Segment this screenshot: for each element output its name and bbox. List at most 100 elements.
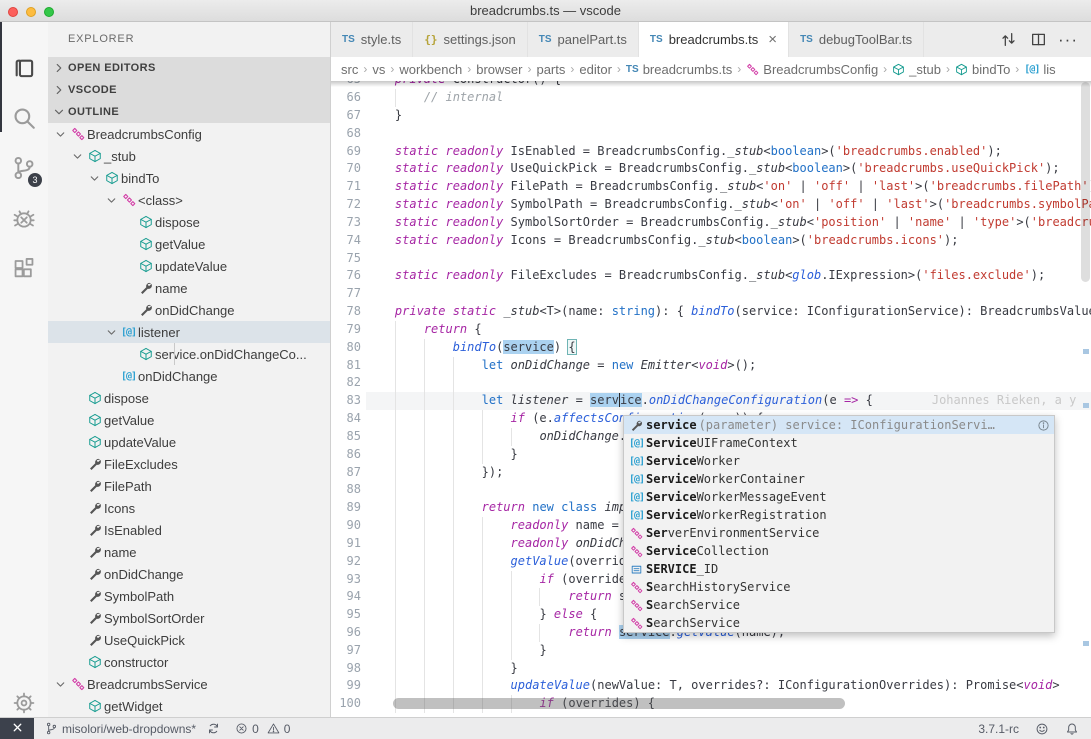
- outline-item-ondidchange[interactable]: onDidChange: [48, 299, 330, 321]
- chevron-down-icon[interactable]: [87, 170, 102, 186]
- code-line-77[interactable]: [366, 285, 1091, 303]
- outline-item-ondidchange[interactable]: [@]onDidChange: [48, 365, 330, 387]
- breadcrumb-item-browser[interactable]: browser: [476, 62, 522, 77]
- chevron-down-icon[interactable]: [53, 126, 68, 142]
- tab-settings-json[interactable]: {}settings.json: [413, 22, 528, 57]
- outline-item-breadcrumbsservice[interactable]: BreadcrumbsService: [48, 673, 330, 695]
- code-line-97[interactable]: }: [366, 642, 1091, 660]
- code-line-66[interactable]: // internal: [366, 89, 1091, 107]
- outline-item-symbolsortorder[interactable]: SymbolSortOrder: [48, 607, 330, 629]
- code-line-74[interactable]: static readonly Icons = BreadcrumbsConfi…: [366, 232, 1091, 250]
- code-line-73[interactable]: static readonly SymbolSortOrder = Breadc…: [366, 214, 1091, 232]
- tab-breadcrumbs-ts[interactable]: TSbreadcrumbs.ts×: [639, 22, 789, 57]
- code-line-69[interactable]: static readonly IsEnabled = BreadcrumbsC…: [366, 143, 1091, 161]
- outline-item-listener[interactable]: [@]listener: [48, 321, 330, 343]
- suggest-item-service[interactable]: service (parameter) service: IConfigurat…: [624, 416, 1054, 434]
- outline-item-fileexcludes[interactable]: FileExcludes: [48, 453, 330, 475]
- suggest-item-service_id[interactable]: SERVICE_ID: [624, 560, 1054, 578]
- info-icon[interactable]: [1037, 419, 1050, 432]
- suggest-item-serviceworker[interactable]: [@]ServiceWorker: [624, 452, 1054, 470]
- outline-item-getvalue[interactable]: getValue: [48, 409, 330, 431]
- outline-item-updatevalue[interactable]: updateValue: [48, 255, 330, 277]
- section-header-open-editors[interactable]: OPEN EDITORS: [48, 57, 330, 79]
- suggest-item-serviceuiframecontext[interactable]: [@]ServiceUIFrameContext: [624, 434, 1054, 452]
- outline-item-icons[interactable]: Icons: [48, 497, 330, 519]
- suggest-item-servicecollection[interactable]: ServiceCollection: [624, 542, 1054, 560]
- suggest-item-serverenvironmentservice[interactable]: ServerEnvironmentService: [624, 524, 1054, 542]
- tab-debugToolBar-ts[interactable]: TSdebugToolBar.ts: [789, 22, 924, 57]
- outline-item-bindto[interactable]: bindTo: [48, 167, 330, 189]
- outline-item-usequickpick[interactable]: UseQuickPick: [48, 629, 330, 651]
- split-editor-icon[interactable]: [1023, 22, 1053, 57]
- intellisense-suggest-widget[interactable]: service (parameter) service: IConfigurat…: [623, 415, 1055, 633]
- activity-item-search-icon[interactable]: [0, 93, 48, 143]
- breadcrumb-item-lis[interactable]: [@]lis: [1024, 62, 1055, 77]
- outline-item-name[interactable]: name: [48, 541, 330, 563]
- breadcrumb-item-breadcrumbs-ts[interactable]: TSbreadcrumbs.ts: [626, 62, 732, 77]
- outline-item-constructor[interactable]: constructor: [48, 651, 330, 673]
- sync-status[interactable]: [207, 722, 224, 735]
- outline-item-ondidchange[interactable]: onDidChange: [48, 563, 330, 585]
- code-line-82[interactable]: [366, 374, 1091, 392]
- suggest-item-serviceworkerregistration[interactable]: [@]ServiceWorkerRegistration: [624, 506, 1054, 524]
- code-line-75[interactable]: [366, 250, 1091, 268]
- chevron-down-icon[interactable]: [70, 148, 85, 164]
- breadcrumb-item--stub[interactable]: _stub: [892, 62, 941, 77]
- problems-status[interactable]: 0 0: [235, 722, 290, 736]
- chevron-down-icon[interactable]: [53, 676, 68, 692]
- code-line-78[interactable]: private static _stub<T>(name: string): {…: [366, 303, 1091, 321]
- code-line-72[interactable]: static readonly SymbolPath = Breadcrumbs…: [366, 196, 1091, 214]
- outline-item-dispose[interactable]: dispose: [48, 211, 330, 233]
- activity-item-debug-icon[interactable]: [0, 194, 48, 244]
- outline-item-dispose[interactable]: dispose: [48, 387, 330, 409]
- activity-item-extensions-icon[interactable]: [0, 244, 48, 294]
- breadcrumb-item-editor[interactable]: editor: [579, 62, 612, 77]
- breadcrumb-item-src[interactable]: src: [341, 62, 358, 77]
- suggest-item-searchservice[interactable]: SearchService: [624, 596, 1054, 614]
- code-line-99[interactable]: updateValue(newValue: T, overrides?: ICo…: [366, 677, 1091, 695]
- outline-item-updatevalue[interactable]: updateValue: [48, 431, 330, 453]
- tab-panelPart-ts[interactable]: TSpanelPart.ts: [528, 22, 639, 57]
- code-editor[interactable]: 6566676869707172737475767778798081828384…: [331, 81, 1091, 717]
- git-branch-status[interactable]: misolori/web-dropdowns*: [45, 722, 196, 736]
- outline-item-name[interactable]: name: [48, 277, 330, 299]
- tab-style-ts[interactable]: TSstyle.ts: [331, 22, 413, 57]
- outline-item--class-[interactable]: <class>: [48, 189, 330, 211]
- outline-item--stub[interactable]: _stub: [48, 145, 330, 167]
- code-line-80[interactable]: bindTo(service) {: [366, 339, 1091, 357]
- vertical-scrollbar[interactable]: [1081, 82, 1090, 282]
- breadcrumb-item-vs[interactable]: vs: [372, 62, 385, 77]
- breadcrumb-item-workbench[interactable]: workbench: [399, 62, 462, 77]
- outline-item-filepath[interactable]: FilePath: [48, 475, 330, 497]
- code-line-81[interactable]: let onDidChange = new Emitter<void>();: [366, 357, 1091, 375]
- breadcrumb-item-bindto[interactable]: bindTo: [955, 62, 1010, 77]
- code-line-71[interactable]: static readonly FilePath = BreadcrumbsCo…: [366, 178, 1091, 196]
- outline-item-getvalue[interactable]: getValue: [48, 233, 330, 255]
- breadcrumb-item-parts[interactable]: parts: [536, 62, 565, 77]
- code-line-65[interactable]: private constructor() {: [366, 81, 1091, 89]
- breadcrumb-item-breadcrumbsconfig[interactable]: BreadcrumbsConfig: [746, 62, 878, 77]
- activity-item-source-control-icon[interactable]: 3: [0, 143, 48, 193]
- suggest-item-serviceworkermessageevent[interactable]: [@]ServiceWorkerMessageEvent: [624, 488, 1054, 506]
- chevron-down-icon[interactable]: [104, 324, 119, 340]
- outline-item-getwidget[interactable]: getWidget: [48, 695, 330, 717]
- activity-item-explorer-icon[interactable]: [0, 43, 48, 93]
- outline-item-symbolpath[interactable]: SymbolPath: [48, 585, 330, 607]
- outline-item-isenabled[interactable]: IsEnabled: [48, 519, 330, 541]
- section-header-vscode[interactable]: VSCODE: [48, 79, 330, 101]
- suggest-item-searchhistoryservice[interactable]: SearchHistoryService: [624, 578, 1054, 596]
- outline-item-service-ondidchangeco-[interactable]: service.onDidChangeCo...: [48, 343, 330, 365]
- code-line-76[interactable]: static readonly FileExcludes = Breadcrum…: [366, 267, 1091, 285]
- suggest-item-searchservice[interactable]: SearchService: [624, 614, 1054, 632]
- section-header-outline[interactable]: OUTLINE: [48, 101, 330, 123]
- outline-item-breadcrumbsconfig[interactable]: BreadcrumbsConfig: [48, 123, 330, 145]
- notifications-bell-icon[interactable]: [1065, 722, 1079, 736]
- remote-indicator[interactable]: [0, 718, 34, 739]
- code-line-70[interactable]: static readonly UseQuickPick = Breadcrum…: [366, 160, 1091, 178]
- code-line-68[interactable]: [366, 125, 1091, 143]
- close-tab-icon[interactable]: ×: [768, 32, 777, 47]
- code-line-67[interactable]: }: [366, 107, 1091, 125]
- code-line-83[interactable]: let listener = service.onDidChangeConfig…: [366, 392, 1091, 410]
- code-line-79[interactable]: return {: [366, 321, 1091, 339]
- horizontal-scrollbar[interactable]: [393, 698, 845, 709]
